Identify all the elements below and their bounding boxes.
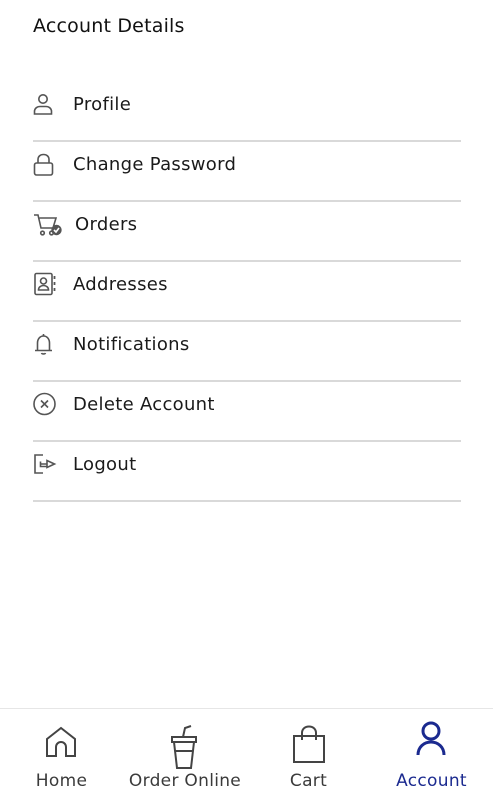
menu-item-notifications[interactable]: Notifications (33, 322, 461, 382)
address-book-icon (34, 272, 56, 296)
cart-check-icon (34, 214, 62, 236)
menu-item-addresses[interactable]: Addresses (33, 262, 461, 322)
menu-item-label: Orders (75, 214, 138, 235)
menu-item-label: Logout (73, 454, 137, 475)
close-circle-icon (33, 392, 56, 416)
lock-icon (33, 153, 54, 176)
menu-item-profile[interactable]: Profile (33, 82, 461, 142)
nav-item-order-online[interactable]: Order Online (123, 709, 247, 800)
home-icon (46, 726, 76, 757)
nav-item-cart[interactable]: Cart (247, 709, 370, 800)
nav-label-order-online: Order Online (128, 771, 242, 791)
logout-icon (34, 454, 57, 474)
menu-item-logout[interactable]: Logout (33, 442, 461, 502)
menu-item-label: Profile (73, 94, 132, 115)
menu-item-label: Notifications (73, 334, 190, 355)
menu-item-label: Addresses (73, 274, 168, 295)
nav-item-home[interactable]: Home (0, 709, 123, 800)
menu-item-change-password[interactable]: Change Password (33, 142, 461, 202)
user-icon (33, 94, 53, 115)
bell-icon (35, 334, 52, 355)
user-icon (416, 721, 446, 756)
nav-label-cart: Cart (289, 771, 328, 791)
cup-icon (171, 725, 197, 769)
nav-item-account[interactable]: Account (370, 709, 493, 800)
page-title: Account Details (33, 15, 185, 37)
menu-item-delete-account[interactable]: Delete Account (33, 382, 461, 442)
menu-item-label: Change Password (73, 154, 237, 175)
nav-label-home: Home (35, 771, 88, 791)
menu-item-orders[interactable]: Orders (33, 202, 461, 262)
menu-item-label: Delete Account (73, 394, 215, 415)
shopping-bag-icon (293, 725, 325, 763)
account-menu: Profile Change Password Orders Addresses (33, 82, 461, 502)
bottom-nav: Home Order Online Cart Account (0, 708, 493, 800)
nav-label-account: Account (396, 771, 467, 791)
